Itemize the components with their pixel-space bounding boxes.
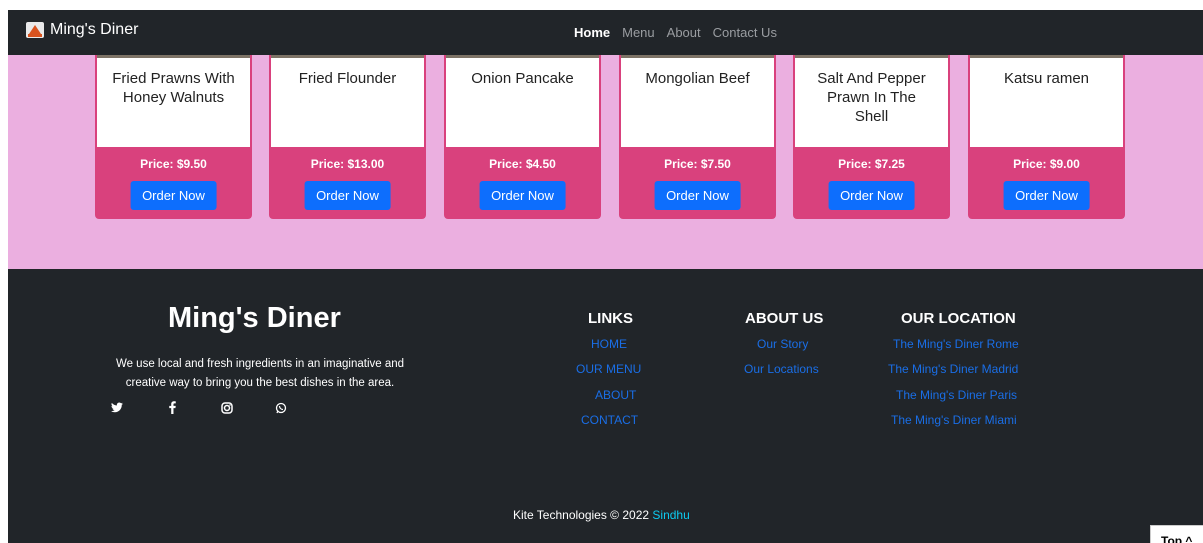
dish-price: Price: $4.50 [489, 157, 556, 171]
copyright: Kite Technologies © 2022 Sindhu [513, 508, 690, 522]
order-now-button[interactable]: Order Now [130, 181, 217, 210]
footer-link-miami[interactable]: The Ming's Diner Miami [891, 413, 1017, 427]
footer-link-our-locations[interactable]: Our Locations [744, 362, 819, 376]
dish-title: Fried Prawns With Honey Walnuts [112, 70, 235, 106]
footer-title: Ming's Diner [168, 302, 341, 334]
dish-title: Mongolian Beef [645, 70, 750, 87]
footer-link-our-menu[interactable]: OUR MENU [576, 362, 641, 376]
footer-link-our-story[interactable]: Our Story [757, 337, 808, 351]
order-now-button[interactable]: Order Now [479, 181, 566, 210]
menu-card: Onion Pancake Price: $4.50 Order Now [444, 55, 601, 219]
card-body: Mongolian Beef [621, 58, 774, 147]
nav-about[interactable]: About [667, 25, 701, 40]
order-now-button[interactable]: Order Now [1003, 181, 1090, 210]
dish-price: Price: $7.50 [664, 157, 731, 171]
card-body: Salt And Pepper Prawn In The Shell [795, 58, 948, 147]
footer-link-paris[interactable]: The Ming's Diner Paris [896, 388, 1017, 402]
order-now-button[interactable]: Order Now [304, 181, 391, 210]
menu-card: Fried Flounder Price: $13.00 Order Now [269, 55, 426, 219]
location-heading: OUR LOCATION [901, 310, 1016, 327]
brand-name: Ming's Diner [50, 21, 139, 38]
top-navbar: Ming's Diner Home Menu About Contact Us [8, 10, 1203, 55]
menu-section: Fried Prawns With Honey Walnuts Price: $… [8, 55, 1203, 269]
footer-link-madrid[interactable]: The Ming's Diner Madrid [888, 362, 1018, 376]
back-to-top-button[interactable]: Top ^ [1150, 525, 1203, 543]
order-now-button[interactable]: Order Now [654, 181, 741, 210]
page: Ming's Diner Home Menu About Contact Us … [8, 10, 1203, 543]
card-body: Fried Prawns With Honey Walnuts [97, 58, 250, 147]
links-heading: LINKS [588, 310, 633, 327]
about-heading: ABOUT US [745, 310, 824, 327]
nav-links: Home Menu About Contact Us [574, 25, 789, 40]
twitter-icon[interactable] [111, 402, 123, 416]
dish-price: Price: $9.50 [140, 157, 207, 171]
dish-price: Price: $7.25 [838, 157, 905, 171]
card-body: Fried Flounder [271, 58, 424, 147]
nav-home[interactable]: Home [574, 25, 610, 40]
whatsapp-icon[interactable] [275, 402, 287, 417]
copyright-text: Kite Technologies © 2022 [513, 508, 650, 522]
footer-description: We use local and fresh ingredients in an… [115, 358, 405, 389]
dish-price: Price: $13.00 [310, 157, 385, 171]
menu-card: Fried Prawns With Honey Walnuts Price: $… [95, 55, 252, 219]
nav-contact[interactable]: Contact Us [713, 25, 777, 40]
brand[interactable]: Ming's Diner [26, 21, 138, 39]
order-now-button[interactable]: Order Now [828, 181, 915, 210]
dish-title: Salt And Pepper Prawn In The Shell [817, 70, 926, 125]
menu-card: Mongolian Beef Price: $7.50 Order Now [619, 55, 776, 219]
nav-menu[interactable]: Menu [622, 25, 655, 40]
dish-title: Katsu ramen [1003, 70, 1090, 87]
menu-card: Katsu ramen Price: $9.00 Order Now [968, 55, 1125, 219]
menu-card: Salt And Pepper Prawn In The Shell Price… [793, 55, 950, 219]
dish-title: Fried Flounder [298, 70, 397, 87]
footer-link-contact[interactable]: CONTACT [581, 413, 638, 427]
footer-link-home[interactable]: HOME [591, 337, 627, 351]
brand-logo-icon [26, 22, 44, 38]
footer-link-about[interactable]: ABOUT [595, 388, 636, 402]
card-body: Katsu ramen [970, 58, 1123, 147]
author-link[interactable]: Sindhu [652, 508, 689, 522]
card-body: Onion Pancake [446, 58, 599, 147]
dish-price: Price: $9.00 [1013, 157, 1080, 171]
footer-link-rome[interactable]: The Ming's Diner Rome [893, 337, 1019, 351]
instagram-icon[interactable] [221, 402, 233, 417]
facebook-icon[interactable] [169, 401, 176, 417]
dish-title: Onion Pancake [471, 70, 574, 87]
